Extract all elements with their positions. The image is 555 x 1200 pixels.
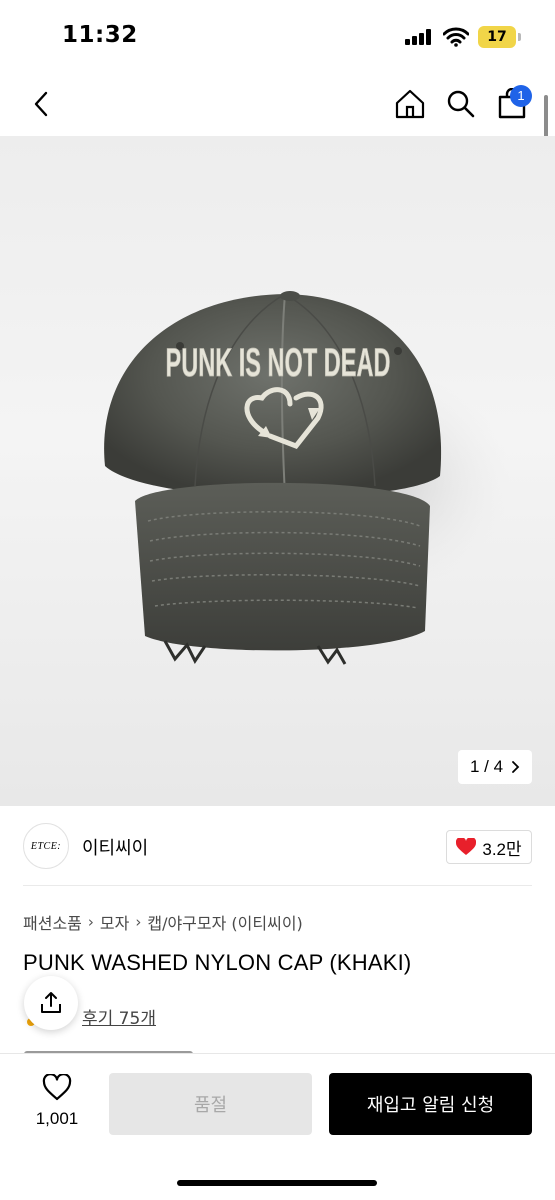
breadcrumb-item[interactable]: 모자 bbox=[100, 910, 129, 934]
breadcrumb-item[interactable]: 패션소품 bbox=[23, 910, 82, 934]
bottom-action-bar: 1,001 품절 재입고 알림 신청 bbox=[0, 1053, 555, 1200]
chevron-right-icon: › bbox=[87, 913, 94, 931]
wifi-icon bbox=[442, 27, 470, 47]
brand-logo[interactable]: ETCE: bbox=[23, 823, 69, 869]
image-counter[interactable]: 1 / 4 bbox=[458, 750, 532, 784]
status-bar: 11:32 17 bbox=[0, 0, 555, 72]
cap-illustration: PUNK IS NOT DEAD bbox=[104, 291, 510, 665]
breadcrumb: 패션소품 › 모자 › 캡/야구모자 (이티씨이) bbox=[23, 910, 303, 934]
restock-alert-button[interactable]: 재입고 알림 신청 bbox=[329, 1073, 532, 1135]
chevron-right-icon: › bbox=[135, 913, 142, 931]
product-image[interactable]: PUNK IS NOT DEAD bbox=[0, 136, 555, 806]
review-link[interactable]: 후기 75개 bbox=[82, 1004, 156, 1029]
chevron-left-icon bbox=[34, 91, 48, 117]
battery-cap bbox=[518, 33, 521, 41]
heart-outline-icon bbox=[42, 1073, 72, 1101]
search-icon bbox=[447, 90, 475, 118]
share-button[interactable] bbox=[24, 976, 78, 1030]
soldout-button: 품절 bbox=[109, 1073, 312, 1135]
brand-like-count: 3.2만 bbox=[482, 839, 522, 859]
brand-row[interactable]: ETCE: 이티씨이 3.2만 bbox=[0, 806, 555, 886]
heart-filled-icon bbox=[456, 838, 477, 855]
cap-text: PUNK IS NOT DEAD bbox=[166, 341, 391, 385]
home-button[interactable] bbox=[392, 84, 428, 124]
share-icon bbox=[41, 992, 61, 1013]
cart-count-badge: 1 bbox=[510, 85, 532, 107]
wishlist-count: 1,001 bbox=[35, 1109, 79, 1128]
battery-indicator: 17 bbox=[478, 26, 516, 48]
product-title: PUNK WASHED NYLON CAP (KHAKI) bbox=[23, 950, 412, 975]
nav-bar bbox=[0, 72, 555, 136]
search-button[interactable] bbox=[443, 84, 479, 124]
cellular-signal-icon bbox=[405, 29, 435, 45]
back-button[interactable] bbox=[24, 84, 58, 124]
brand-like-button[interactable]: 3.2만 bbox=[446, 830, 532, 864]
chevron-right-icon bbox=[512, 761, 520, 773]
divider bbox=[23, 885, 532, 886]
breadcrumb-item[interactable]: 캡/야구모자 (이티씨이) bbox=[147, 910, 302, 934]
image-counter-text: 1 / 4 bbox=[469, 757, 504, 776]
status-time: 11:32 bbox=[62, 22, 138, 48]
brand-name[interactable]: 이티씨이 bbox=[82, 834, 148, 860]
home-indicator bbox=[177, 1180, 377, 1186]
home-icon bbox=[395, 89, 425, 119]
wishlist-button[interactable]: 1,001 bbox=[28, 1073, 86, 1134]
